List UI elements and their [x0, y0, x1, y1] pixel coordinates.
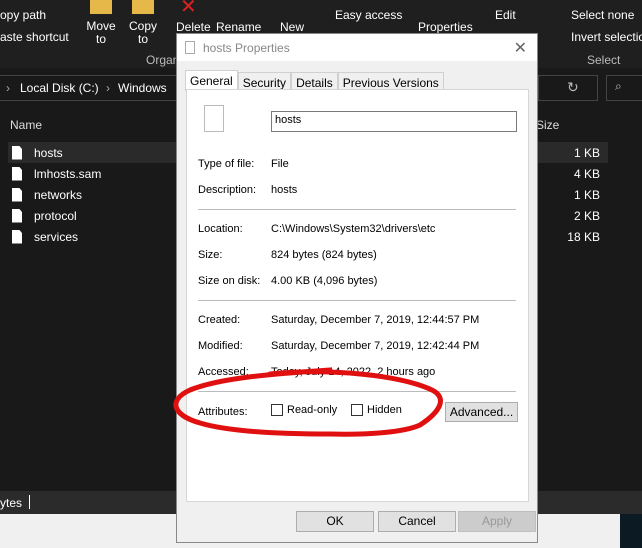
red-annotation-circle: [173, 367, 443, 437]
